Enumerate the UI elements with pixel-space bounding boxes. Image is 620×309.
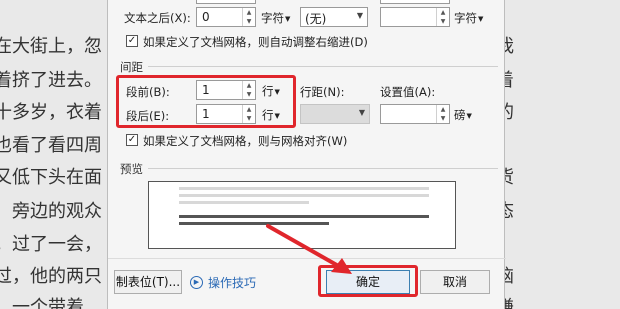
setting-value-input[interactable]: ▲ ▼ [380,104,450,124]
text-after-unit-dropdown[interactable]: 字符▼ [261,10,290,26]
doc-line: 态 [496,201,514,222]
setting-value-label: 设置值(A): [380,85,436,99]
paragraph-dialog: 文本之后(X): 0 ▲ ▼ 字符▼ (无) ▼ ▲ ▼ 字符▼ ✓ 如果定义了文档… [107,0,506,309]
doc-line: 。过了一会， [0,234,102,255]
section-divider [148,168,498,169]
snap-to-grid-checkbox[interactable]: ✓ [126,134,138,146]
preview-prev-line [179,201,309,204]
chevron-down-icon: ▼ [358,108,365,117]
spin-arrows-icon[interactable]: ▲ ▼ [436,8,449,26]
doc-line: 货 [496,167,514,188]
tabs-button[interactable]: 制表位(T)... [114,270,182,294]
caret-down-icon: ▼ [466,112,472,120]
unit-label: 字符 [261,11,284,25]
doc-line: 嫌 [496,297,514,309]
snap-to-grid-label: 如果定义了文档网格，则与网格对齐(W) [143,134,348,148]
unit-label: 字符 [454,11,477,25]
doc-line: 我 [496,36,514,57]
spacing-highlight-box [116,75,296,128]
doc-line: 在大街上，忽 [0,36,102,57]
preview-sample-line [179,215,429,218]
indent-unit-dropdown[interactable]: 字符▼ [454,10,483,26]
section-divider [148,66,498,67]
preview-sample-line [179,222,329,225]
preview-prev-line [179,194,429,197]
top-partial-spin[interactable] [196,0,256,4]
doc-line: 也看了看四周 [0,135,102,156]
text-after-value: 0 [202,10,210,24]
unit-label: 磅 [454,108,466,122]
doc-line: 过，他的两只 [0,266,102,287]
ok-highlight-box [318,265,418,297]
play-circle-icon[interactable]: ▶ [190,276,203,289]
doc-line: 恼 [496,266,514,287]
tips-link[interactable]: 操作技巧 [208,274,256,291]
doc-line: 又低下头在面 [0,167,102,188]
top-partial-spin[interactable] [380,0,450,4]
cancel-button[interactable]: 取消 [420,270,490,294]
auto-right-indent-label: 如果定义了文档网格，则自动调整右缩进(D) [143,35,368,49]
indent-value-input[interactable]: ▲ ▼ [380,7,450,27]
line-spacing-label: 行距(N): [300,85,345,99]
doc-line: 着 [496,70,514,91]
paragraph-preview [148,181,456,249]
doc-line: ， [496,234,514,255]
chevron-down-icon: ▼ [356,11,363,20]
doc-line: 的 [496,102,514,123]
text-after-input[interactable]: 0 ▲ ▼ [196,7,256,27]
auto-right-indent-checkbox[interactable]: ✓ [126,35,138,47]
setting-value-unit-dropdown[interactable]: 磅▼ [454,107,472,123]
line-spacing-select[interactable]: ▼ [300,104,370,124]
text-after-label: 文本之后(X): [124,11,191,25]
spacing-section-title: 间距 [120,60,143,74]
footer-divider [108,258,506,259]
caret-down-icon: ▼ [285,15,291,23]
spin-arrows-icon[interactable]: ▲ ▼ [436,105,449,123]
caret-down-icon: ▼ [478,15,484,23]
preview-prev-line [179,187,429,190]
preview-section-title: 预览 [120,162,143,176]
doc-line: 旁边的观众 [12,201,102,222]
spin-arrows-icon[interactable]: ▲ ▼ [242,8,255,26]
doc-line: 。一个带着 [0,297,84,309]
doc-line: 着挤了进去。 [0,70,102,91]
special-indent-value: (无) [305,12,327,26]
doc-line: 十多岁，衣着 [0,102,102,123]
special-indent-select[interactable]: (无) ▼ [300,7,368,27]
